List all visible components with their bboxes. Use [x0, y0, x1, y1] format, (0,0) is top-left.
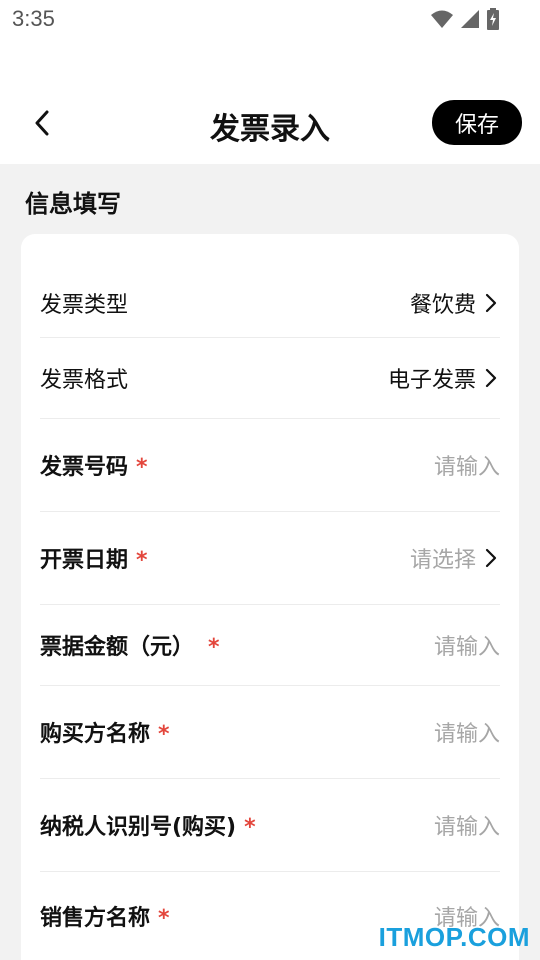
- wifi-icon: [431, 10, 453, 28]
- watermark: ITMOP.COM: [378, 922, 530, 952]
- invoice-format-value: 电子发票: [387, 368, 476, 393]
- battery-charging-icon: [487, 8, 499, 30]
- amount-row[interactable]: 票据金额（元） * 请输入: [40, 605, 500, 686]
- amount-label: 票据金额（元） *: [40, 635, 220, 660]
- invoice-number-input[interactable]: 请输入: [434, 449, 500, 481]
- required-mark: *: [136, 455, 148, 480]
- status-icons: [430, 8, 500, 30]
- top-bar: 3:35 发票录入 保存: [0, 0, 540, 164]
- issue-date-row[interactable]: 开票日期 * 请选择: [40, 512, 500, 605]
- buyer-name-row[interactable]: 购买方名称 * 请输入: [40, 686, 500, 779]
- chevron-right-icon: [482, 547, 500, 569]
- save-button[interactable]: 保存: [432, 100, 522, 145]
- invoice-type-label: 发票类型: [40, 292, 129, 318]
- status-bar: 3:35: [0, 0, 540, 40]
- amount-input[interactable]: 请输入: [434, 629, 500, 661]
- invoice-number-label: 发票号码 *: [40, 455, 148, 480]
- signal-icon: [461, 10, 479, 28]
- chevron-right-icon: [482, 367, 500, 389]
- required-mark: *: [208, 635, 220, 660]
- invoice-type-row[interactable]: 发票类型 餐饮费: [40, 268, 500, 338]
- chevron-right-icon: [482, 292, 500, 314]
- required-mark: *: [136, 548, 148, 573]
- invoice-format-label: 发票格式: [40, 368, 129, 393]
- nav-bar: 发票录入 保存: [0, 90, 540, 156]
- issue-date-label: 开票日期 *: [40, 548, 148, 573]
- required-mark: *: [158, 906, 170, 931]
- status-time: 3:35: [12, 6, 55, 31]
- required-mark: *: [244, 815, 256, 840]
- buyer-tax-id-input[interactable]: 请输入: [434, 809, 500, 841]
- invoice-number-row[interactable]: 发票号码 * 请输入: [40, 419, 500, 512]
- buyer-name-label: 购买方名称 *: [40, 722, 170, 747]
- issue-date-picker[interactable]: 请选择: [410, 542, 476, 574]
- seller-name-label: 销售方名称 *: [40, 906, 170, 931]
- section-title: 信息填写: [25, 190, 121, 218]
- invoice-format-row[interactable]: 发票格式 电子发票: [40, 338, 500, 419]
- invoice-type-value: 餐饮费: [409, 292, 476, 318]
- buyer-name-input[interactable]: 请输入: [434, 716, 500, 748]
- required-mark: *: [158, 722, 170, 747]
- buyer-tax-id-row[interactable]: 纳税人识别号(购买) * 请输入: [40, 779, 500, 872]
- buyer-tax-id-label: 纳税人识别号(购买) *: [40, 815, 256, 840]
